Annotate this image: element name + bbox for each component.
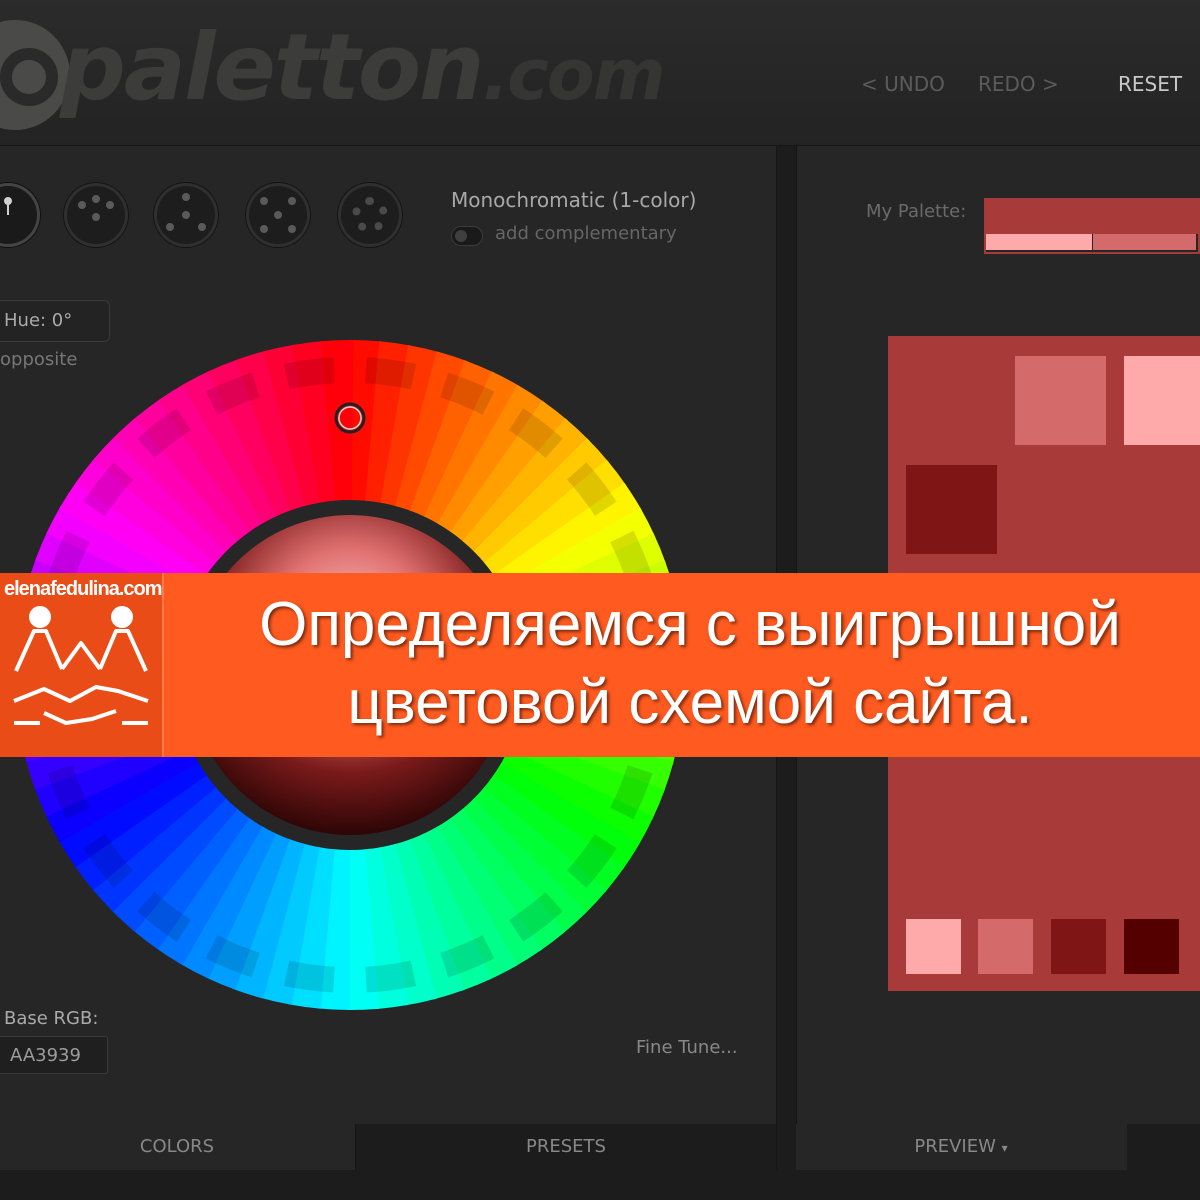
reset-button[interactable]: RESET: [1118, 72, 1182, 96]
preview-swatch: [906, 465, 997, 554]
preview-swatch: [1015, 356, 1106, 445]
preview-swatch: [906, 919, 961, 974]
tab-presets[interactable]: PRESETS: [355, 1124, 776, 1170]
preview-swatch: [978, 919, 1033, 974]
chevron-down-icon: ▾: [1001, 1141, 1008, 1155]
my-palette-shade-mid: [1093, 234, 1196, 250]
app-header: paletton.com < UNDO REDO > RESET: [0, 0, 1200, 146]
tab-preview[interactable]: PREVIEW ▾: [796, 1124, 1126, 1170]
tetrad-icon[interactable]: [246, 183, 310, 247]
my-palette-main-color: [986, 200, 1200, 234]
triad-icon[interactable]: [154, 183, 218, 247]
my-palette-shade-light: [986, 234, 1092, 250]
tab-spacer: [1127, 1124, 1200, 1170]
app-logo[interactable]: paletton.com: [60, 14, 666, 121]
freestyle-gear-icon[interactable]: [338, 183, 402, 247]
fine-tune-link[interactable]: Fine Tune...: [636, 1037, 738, 1058]
complementary-toggle[interactable]: [451, 226, 483, 246]
complementary-toggle-label[interactable]: add complementary: [495, 223, 677, 244]
undo-button[interactable]: < UNDO: [861, 72, 945, 96]
scheme-title: Monochromatic (1-color): [451, 188, 697, 212]
my-palette-label: My Palette:: [866, 201, 967, 222]
tab-colors[interactable]: COLORS: [0, 1124, 354, 1170]
banner-headline: Определяемся с выигрышной цветовой схемо…: [259, 590, 1121, 737]
site-domain: elenafedulina.com: [4, 578, 163, 600]
preview-swatch: [1124, 919, 1179, 974]
preview-swatch: [1124, 356, 1200, 445]
preview-swatch: [1051, 919, 1106, 974]
hue-value: Hue: 0°: [4, 310, 73, 331]
adjacent-icon[interactable]: [64, 183, 128, 247]
base-rgb-label: Base RGB:: [4, 1008, 99, 1029]
base-rgb-value: AA3939: [10, 1045, 81, 1066]
redo-button[interactable]: REDO >: [978, 72, 1059, 96]
